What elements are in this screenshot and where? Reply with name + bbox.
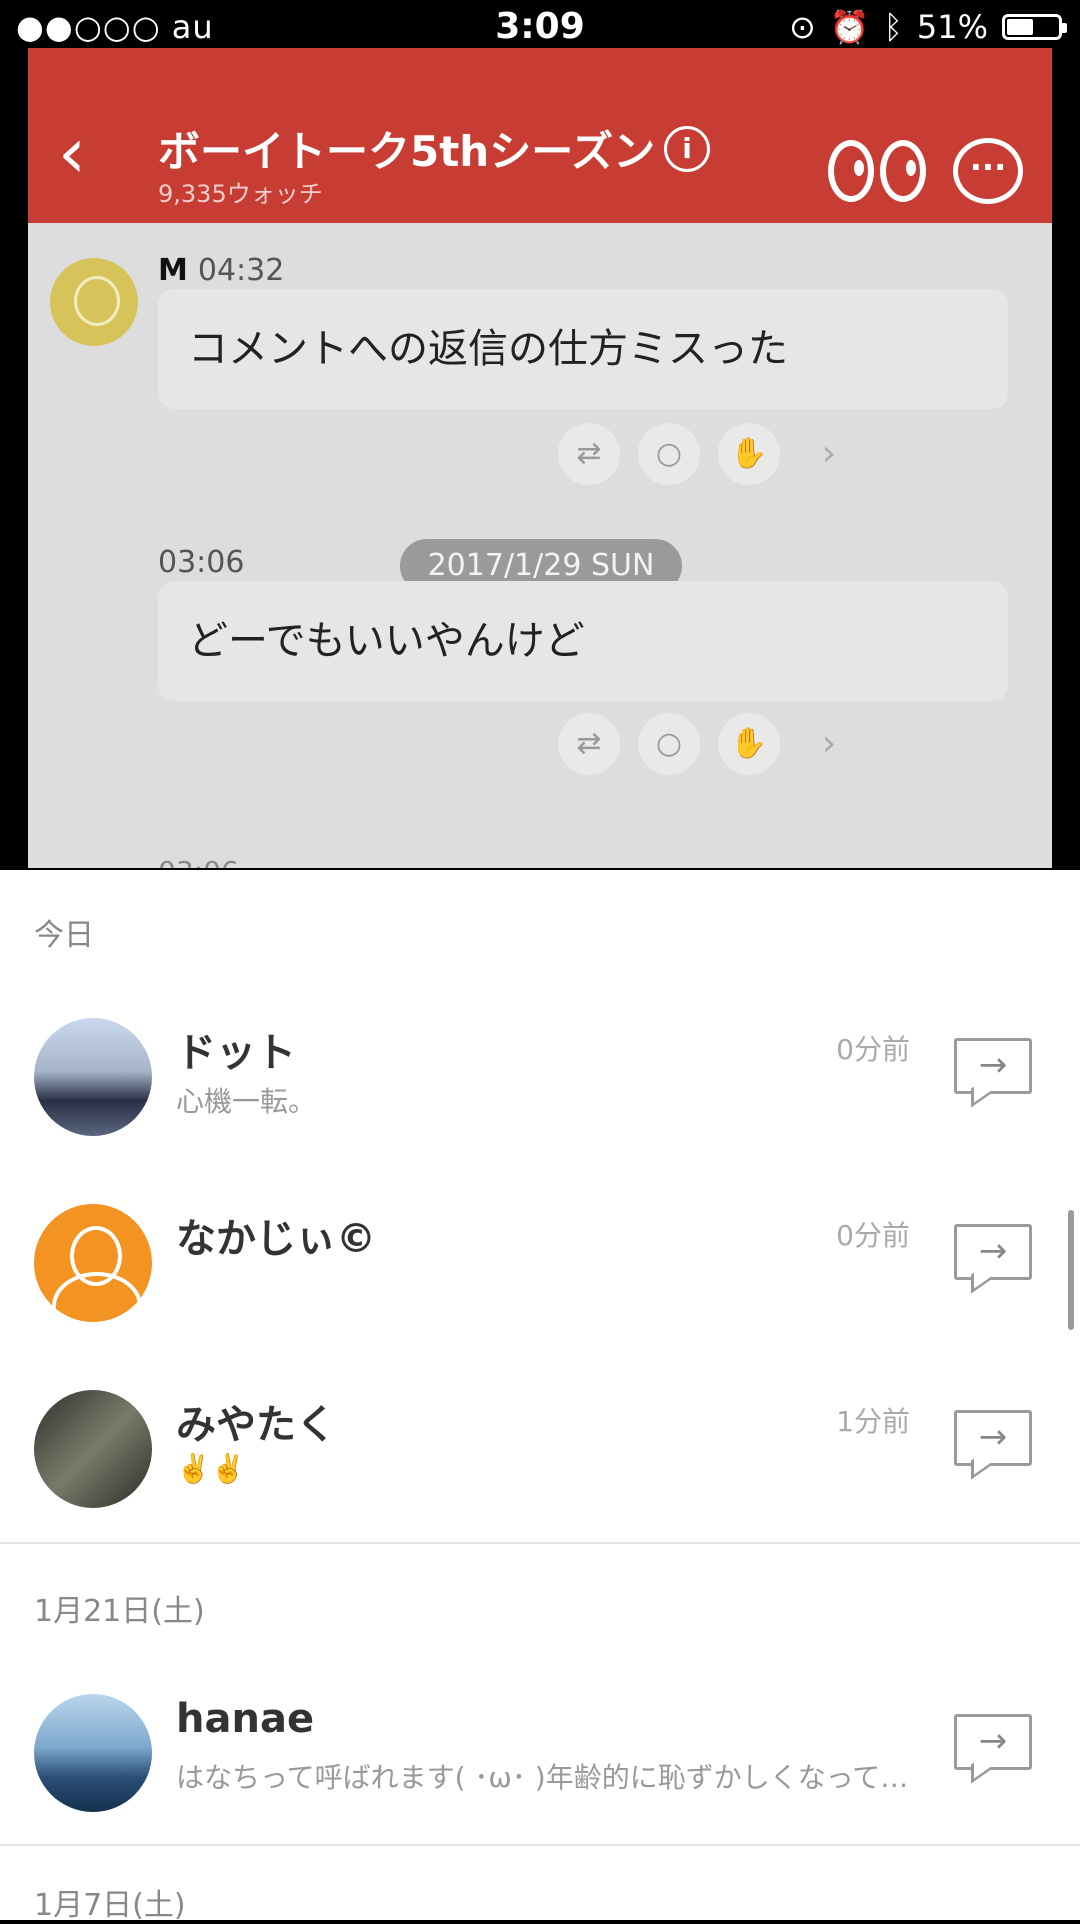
status-bar: ●●○○○ au 3:09 ⊙ ⏰ ᛒ 51% [0,0,1080,52]
list-item[interactable]: ドット 心機一転。 0分前 [0,990,1080,1170]
rotation-lock-icon: ⊙ [789,8,816,46]
alarm-icon: ⏰ [829,8,870,46]
repost-icon[interactable]: ⇄ [558,713,620,775]
chat-title[interactable]: ボーイトーク5thシーズン [158,118,655,179]
comment-icon[interactable]: ○ [638,713,700,775]
message-bubble[interactable]: コメントへの返信の仕方ミスった [158,289,1008,409]
user-name: みやたく [176,1402,336,1448]
divider [0,1844,1080,1846]
share-sheet: 今日 ドット 心機一転。 0分前 なかじぃ© 0分前 みやたく ✌️✌️ 1分前… [0,870,1080,1923]
section-header-date: 1月21日(土) [34,1594,205,1629]
send-icon[interactable] [954,1224,1032,1280]
user-status: ✌️✌️ [176,1452,246,1485]
send-icon[interactable] [954,1038,1032,1094]
user-name: hanae [176,1696,315,1742]
clap-icon[interactable]: ✋ [718,423,780,485]
time-ago: 1分前 [836,1405,910,1438]
message-feed: M 04:32 コメントへの返信の仕方ミスった ⇄ ○ ✋ › 2017/1/29… [28,223,1052,868]
section-header-today: 今日 [34,918,94,953]
scrollbar[interactable] [1068,1210,1074,1330]
status-right: ⊙ ⏰ ᛒ 51% [789,8,1067,46]
list-item[interactable]: なかじぃ© 0分前 [0,1176,1080,1356]
back-button[interactable]: ‹ [58,118,86,188]
time-ago: 0分前 [836,1219,910,1252]
avatar [34,1018,152,1136]
section-header-date: 1月7日(土) [34,1888,186,1923]
clap-icon[interactable]: ✋ [718,713,780,775]
time-ago: 0分前 [836,1033,910,1066]
bluetooth-icon: ᛒ [883,8,903,46]
send-icon[interactable] [954,1410,1032,1466]
divider [0,1542,1080,1544]
chevron-right-icon[interactable]: › [798,713,860,775]
list-item[interactable]: みやたく ✌️✌️ 1分前 [0,1362,1080,1542]
message-meta: 03:06 [158,545,245,580]
user-name: なかじぃ© [176,1216,376,1262]
list-item[interactable]: hanae はなちって呼ばれます( ･ω･ )年齢的に恥ずかしくなって… [0,1666,1080,1846]
chat-screen: ‹ ボーイトーク5thシーズン 9,335ウォッチ i ··· M 04:32 コ… [28,48,1052,868]
user-status: はなちって呼ばれます( ･ω･ )年齢的に恥ずかしくなって… [176,1761,909,1794]
user-status: 心機一転。 [176,1085,317,1118]
partial-timestamp: 03:06 [158,855,239,868]
send-icon[interactable] [954,1714,1032,1770]
chat-header: ‹ ボーイトーク5thシーズン 9,335ウォッチ i ··· [28,48,1052,223]
user-name: ドット [176,1030,296,1076]
comment-icon[interactable]: ○ [638,423,700,485]
battery-level [1007,19,1033,35]
chat-bubble-icon[interactable]: ··· [953,138,1023,204]
avatar [34,1694,152,1812]
message-meta: M 04:32 [158,253,285,288]
avatar [34,1204,152,1322]
avatar [34,1390,152,1508]
repost-icon[interactable]: ⇄ [558,423,620,485]
watch-count: 9,335ウォッチ [158,180,323,208]
battery-percent: 51% [916,8,988,46]
battery-icon [1002,14,1067,40]
watch-eyes-icon[interactable] [828,140,932,206]
message-bubble[interactable]: どーでもいいやんけど [158,581,1008,701]
info-icon[interactable]: i [664,126,710,172]
avatar[interactable] [50,258,138,346]
chevron-right-icon[interactable]: › [798,423,860,485]
